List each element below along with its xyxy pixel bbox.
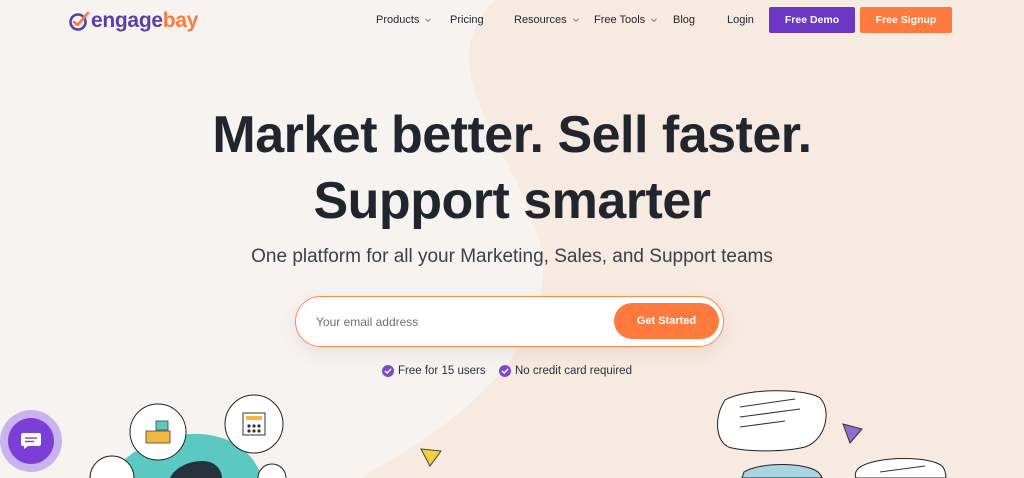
signup-form: Get Started xyxy=(295,296,724,347)
chevron-down-icon xyxy=(425,18,432,23)
nav-blog[interactable]: Blog xyxy=(673,13,695,27)
brand-logo[interactable]: engage bay xyxy=(68,9,198,33)
nav-pricing[interactable]: Pricing xyxy=(450,13,484,27)
nav-resources[interactable]: Resources xyxy=(514,13,580,27)
nav-blog-label: Blog xyxy=(673,14,696,26)
hero-subtitle: One platform for all your Marketing, Sal… xyxy=(251,246,773,267)
perk-label: Free for 15 users xyxy=(398,365,486,377)
check-circle-icon xyxy=(382,365,394,377)
free-demo-button[interactable]: Free Demo xyxy=(769,7,855,33)
chevron-down-icon xyxy=(651,18,658,23)
get-started-button[interactable]: Get Started xyxy=(614,303,719,339)
nav-products[interactable]: Products xyxy=(376,13,432,27)
check-circle-icon xyxy=(499,365,511,377)
perk-no-credit-card: No credit card required xyxy=(499,365,632,377)
perk-free-users: Free for 15 users xyxy=(382,365,486,377)
nav-pricing-label: Pricing xyxy=(450,14,484,26)
chat-widget-inner xyxy=(8,418,54,464)
nav-products-label: Products xyxy=(376,14,420,26)
chat-icon xyxy=(21,433,41,449)
nav-login-label: Login xyxy=(727,14,754,26)
free-signup-button[interactable]: Free Signup xyxy=(860,7,952,33)
perk-label: No credit card required xyxy=(515,365,632,377)
engagebay-logo-icon xyxy=(69,11,90,31)
chevron-down-icon xyxy=(572,18,579,23)
nav-resources-label: Resources xyxy=(514,14,567,26)
email-input[interactable] xyxy=(316,312,596,332)
nav-login[interactable]: Login xyxy=(727,13,754,27)
hero-illustration xyxy=(89,390,947,478)
logo-text-engage: engage xyxy=(91,9,163,32)
chat-widget-button[interactable] xyxy=(0,410,62,472)
nav-free-tools-label: Free Tools xyxy=(594,14,646,26)
background-shapes xyxy=(360,0,1024,478)
nav-free-tools[interactable]: Free Tools xyxy=(594,13,658,27)
logo-text-bay: bay xyxy=(162,9,199,32)
hero-headline-line1: Market better. Sell faster. xyxy=(212,106,812,164)
top-navigation: engage bay Products Pricing Resources Fre… xyxy=(0,0,1024,40)
hero-headline-line2: Support smarter xyxy=(313,172,711,230)
